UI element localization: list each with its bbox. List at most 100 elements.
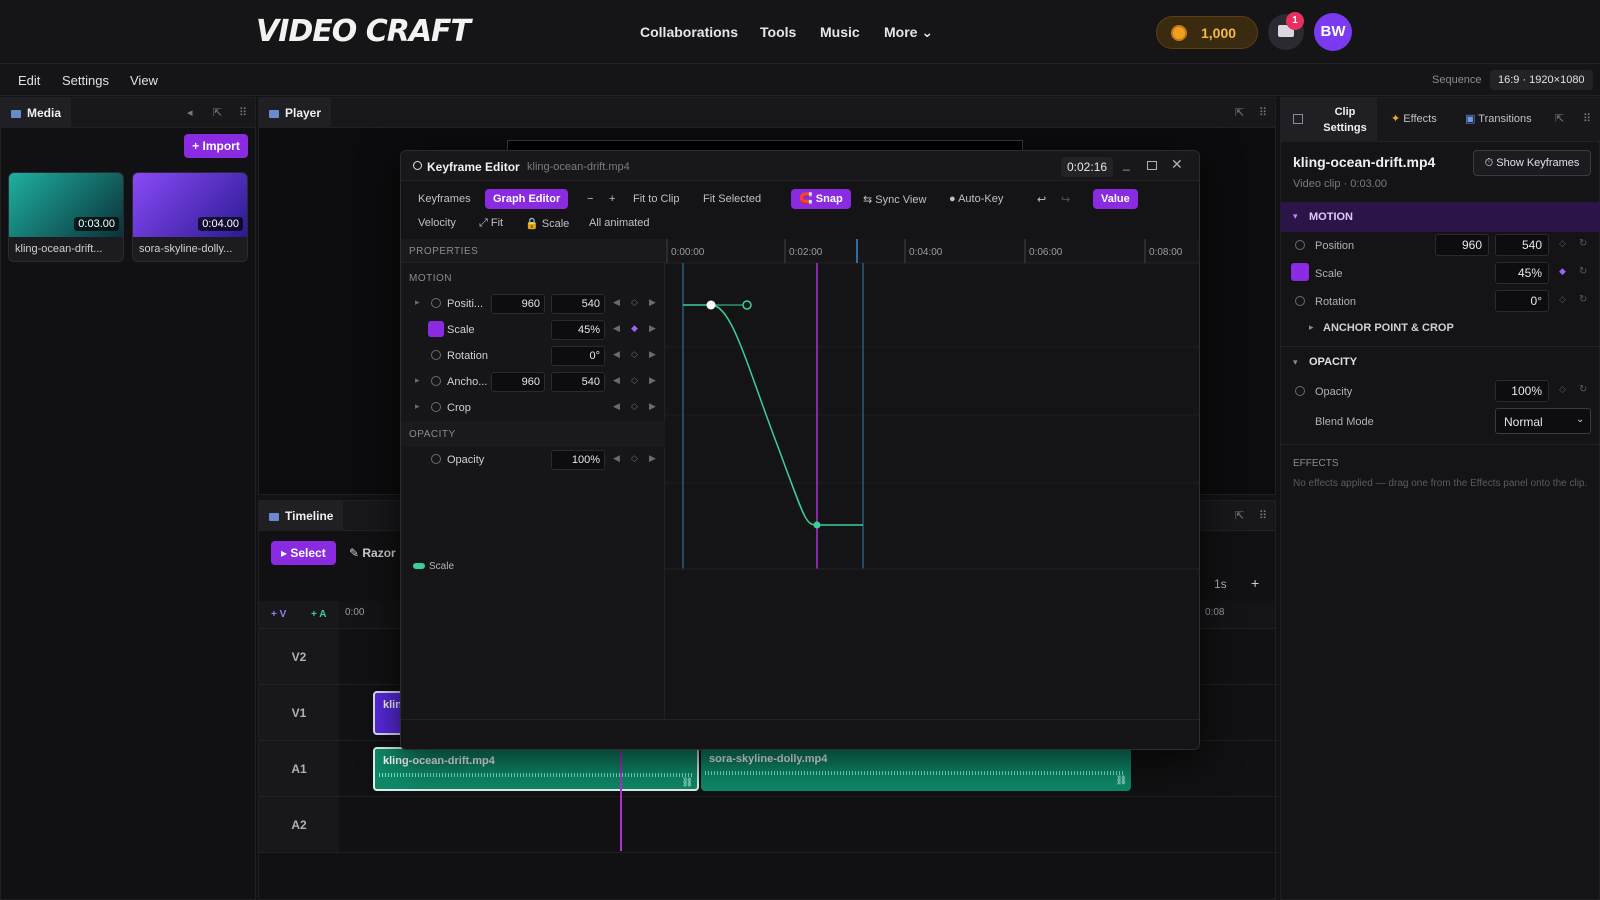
next-keyframe-icon[interactable]: ▶ — [649, 349, 656, 360]
next-keyframe-icon[interactable]: ▶ — [649, 453, 656, 464]
keyframe-diamond-icon[interactable]: ◇ — [1559, 238, 1566, 249]
tab-graph-editor[interactable]: Graph Editor — [485, 189, 569, 209]
nav-music[interactable]: Music — [820, 24, 860, 40]
tab-player[interactable]: Player — [259, 98, 332, 128]
tab-media[interactable]: Media — [1, 98, 72, 128]
drag-handle-icon[interactable]: ⠿ — [1583, 112, 1591, 125]
position-y-input[interactable]: 540 — [551, 294, 605, 314]
zoom-in-button[interactable]: + — [609, 193, 615, 205]
razor-tool-button[interactable]: ✎ Razor — [339, 541, 406, 565]
reset-icon[interactable]: ↻ — [1579, 384, 1587, 395]
track-label-a1[interactable]: A1 — [259, 741, 339, 797]
next-keyframe-icon[interactable]: ▶ — [649, 401, 656, 412]
position-x-input[interactable]: 960 — [491, 294, 545, 314]
collapse-icon[interactable]: ◂ — [187, 106, 193, 119]
prop-row-anchor[interactable]: ▸ Ancho... 960 540 ◀ ◇ ▶ — [401, 369, 665, 395]
minimize-icon[interactable]: _ — [1123, 157, 1130, 171]
prev-keyframe-icon[interactable]: ◀ — [613, 453, 620, 464]
select-tool-button[interactable]: ▸ Select — [271, 541, 336, 565]
keyframe-diamond-filled-icon[interactable]: ◆ — [1559, 266, 1566, 277]
chevron-right-icon[interactable]: ▸ — [1309, 322, 1314, 333]
import-button[interactable]: + Import — [184, 134, 248, 158]
drag-handle-icon[interactable]: ⠿ — [1259, 106, 1267, 119]
reset-icon[interactable]: ↻ — [1579, 294, 1587, 305]
menu-settings[interactable]: Settings — [62, 73, 109, 88]
keyframe-diamond-icon[interactable]: ◇ — [631, 297, 638, 308]
fit-selected-button[interactable]: Fit Selected — [703, 193, 761, 205]
chevron-right-icon[interactable]: ▸ — [415, 297, 420, 308]
track-label-a2[interactable]: A2 — [259, 797, 339, 853]
keyframe-diamond-icon[interactable]: ◇ — [631, 349, 638, 360]
opacity-section-label[interactable]: OPACITY — [1309, 356, 1357, 368]
reset-icon[interactable]: ↻ — [1579, 266, 1587, 277]
anchor-y-input[interactable]: 540 — [551, 372, 605, 392]
stopwatch-icon[interactable] — [431, 350, 441, 360]
velocity-mode-button[interactable]: Velocity — [418, 217, 456, 229]
stopwatch-icon[interactable] — [1295, 296, 1305, 306]
popout-icon[interactable]: ⇱ — [1555, 112, 1564, 125]
snap-toggle[interactable]: 🧲 Snap — [791, 189, 851, 209]
scale-input[interactable]: 45% — [1495, 262, 1549, 284]
next-keyframe-icon[interactable]: ▶ — [649, 297, 656, 308]
audio-clip-sora[interactable]: sora-skyline-dolly.mp4 ⛓ — [701, 747, 1131, 791]
keyframe-diamond-icon[interactable]: ◇ — [631, 375, 638, 386]
fit-button[interactable]: ⤢ Fit — [479, 217, 503, 230]
prop-row-crop[interactable]: ▸ Crop ◀ ◇ ▶ — [401, 395, 665, 421]
chevron-right-icon[interactable]: ▸ — [415, 375, 420, 386]
tab-effects[interactable]: ✦ Effects — [1391, 112, 1437, 125]
next-keyframe-icon[interactable]: ▶ — [649, 323, 656, 334]
chevron-right-icon[interactable]: ▸ — [415, 401, 420, 412]
motion-section-header[interactable]: ▾ MOTION — [1281, 202, 1600, 232]
stopwatch-icon[interactable] — [431, 298, 441, 308]
stopwatch-icon[interactable] — [1295, 386, 1305, 396]
popout-icon[interactable]: ⇱ — [213, 106, 222, 119]
reset-icon[interactable]: ↻ — [1579, 238, 1587, 249]
drag-handle-icon[interactable]: ⠿ — [239, 106, 247, 119]
tab-transitions[interactable]: ▣ Transitions — [1465, 112, 1532, 125]
drag-handle-icon[interactable]: ⠿ — [1259, 509, 1267, 522]
graph-svg[interactable]: 0:00:00 0:02:00 0:04:00 0:06:00 0:08:00 — [665, 239, 1200, 719]
prop-row-opacity[interactable]: Opacity 100% ◀ ◇ ▶ — [401, 447, 665, 473]
menu-view[interactable]: View — [130, 73, 158, 88]
close-icon[interactable]: ✕ — [1171, 156, 1183, 173]
zoom-out-button[interactable]: − — [587, 193, 593, 205]
media-item-sora[interactable]: 0:04.00 sora-skyline-dolly... — [132, 172, 248, 262]
keyframe-point-selected[interactable] — [706, 300, 716, 310]
prop-row-rotation[interactable]: Rotation 0° ◀ ◇ ▶ — [401, 343, 665, 369]
next-keyframe-icon[interactable]: ▶ — [649, 375, 656, 386]
graph-editor-canvas[interactable]: 0:00:00 0:02:00 0:04:00 0:06:00 0:08:00 — [665, 239, 1200, 719]
tab-keyframes[interactable]: Keyframes — [418, 193, 471, 205]
auto-key-toggle[interactable]: ● Auto-Key — [949, 193, 1003, 205]
rotation-input[interactable]: 0° — [551, 346, 605, 366]
coin-balance[interactable]: 1,000 — [1156, 16, 1258, 49]
keyframe-diamond-icon[interactable]: ◇ — [1559, 294, 1566, 305]
redo-button[interactable]: ↪ — [1061, 193, 1070, 206]
stopwatch-icon[interactable] — [431, 454, 441, 464]
position-x-input[interactable]: 960 — [1435, 234, 1489, 256]
nav-tools[interactable]: Tools — [760, 24, 796, 40]
anchor-x-input[interactable]: 960 — [491, 372, 545, 392]
keyframe-diamond-filled-icon[interactable]: ◆ — [631, 323, 638, 334]
tab-clip-settings[interactable]: Clip Settings — [1281, 98, 1377, 142]
scale-filter-button[interactable]: 🔒 Scale — [525, 217, 569, 230]
maximize-icon[interactable] — [1147, 161, 1157, 170]
track-label-v1[interactable]: V1 — [259, 685, 339, 741]
prev-keyframe-icon[interactable]: ◀ — [613, 323, 620, 334]
prev-keyframe-icon[interactable]: ◀ — [613, 297, 620, 308]
all-animated-button[interactable]: All animated — [589, 217, 650, 229]
stopwatch-active-icon[interactable] — [1291, 263, 1309, 281]
fit-to-clip-button[interactable]: Fit to Clip — [633, 193, 679, 205]
popout-icon[interactable]: ⇱ — [1235, 509, 1244, 522]
prop-row-position[interactable]: ▸ Positi... 960 540 ◀ ◇ ▶ — [401, 291, 665, 317]
prev-keyframe-icon[interactable]: ◀ — [613, 349, 620, 360]
menu-edit[interactable]: Edit — [18, 73, 40, 88]
rotation-input[interactable]: 0° — [1495, 290, 1549, 312]
add-audio-track-button[interactable]: + A — [311, 609, 326, 620]
track-a2[interactable] — [339, 797, 1279, 853]
keyframe-point[interactable] — [813, 521, 821, 529]
bezier-handle[interactable] — [742, 300, 752, 310]
scale-input[interactable]: 45% — [551, 320, 605, 340]
sync-view-button[interactable]: ⇆ Sync View — [863, 193, 926, 206]
undo-button[interactable]: ↩ — [1037, 193, 1046, 206]
anchor-crop-section[interactable]: ANCHOR POINT & CROP — [1323, 322, 1454, 334]
